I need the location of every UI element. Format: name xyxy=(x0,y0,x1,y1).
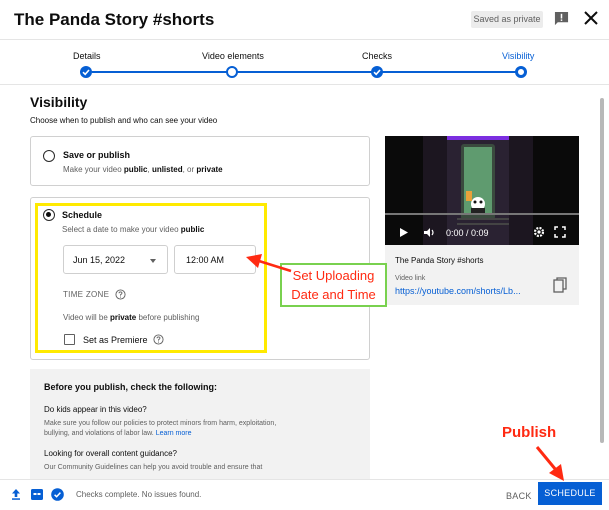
step-checks-label[interactable]: Checks xyxy=(362,51,392,61)
before-publish-panel: Before you publish, check the following:… xyxy=(30,369,370,484)
schedule-highlight-box xyxy=(35,203,267,353)
save-or-publish-card[interactable]: Save or publish Make your video public, … xyxy=(30,136,370,186)
dialog-title: The Panda Story #shorts xyxy=(14,10,215,29)
checks-complete-icon[interactable] xyxy=(51,488,64,501)
step-video-elements-dot[interactable] xyxy=(226,66,238,78)
step-visibility-dot[interactable] xyxy=(515,66,527,78)
hd-processing-icon[interactable] xyxy=(31,489,43,500)
dialog-header: The Panda Story #shorts Saved as private xyxy=(0,0,609,40)
close-icon[interactable] xyxy=(583,10,599,26)
step-checks-check-icon[interactable] xyxy=(371,66,383,78)
step-visibility-label[interactable]: Visibility xyxy=(502,51,534,61)
video-info-title: The Panda Story #shorts xyxy=(395,256,484,265)
stepper-track xyxy=(92,71,516,73)
visibility-subtitle: Choose when to publish and who can see y… xyxy=(30,116,218,125)
feedback-icon[interactable] xyxy=(554,11,569,26)
video-link-label: Video link xyxy=(395,275,426,282)
scrollbar[interactable] xyxy=(600,98,604,443)
annotation-line-2: Date and Time xyxy=(291,287,376,302)
play-icon[interactable] xyxy=(399,227,409,238)
fullscreen-icon[interactable] xyxy=(554,226,566,238)
step-details-check-icon[interactable] xyxy=(80,66,92,78)
visibility-heading: Visibility xyxy=(30,94,88,110)
before-publish-heading: Before you publish, check the following: xyxy=(44,382,218,392)
video-link-url[interactable]: https://youtube.com/shorts/Lb... xyxy=(395,286,521,296)
copy-icon[interactable] xyxy=(553,277,567,293)
step-details-label[interactable]: Details xyxy=(73,51,101,61)
arrow-to-schedule-button xyxy=(535,446,564,481)
kids-policy-text-line1: Make sure you follow our policies to pro… xyxy=(44,420,277,427)
annotation-line-1: Set Uploading xyxy=(292,268,375,283)
community-guidelines-text: Our Community Guidelines can help you av… xyxy=(44,464,263,471)
settings-gear-icon[interactable] xyxy=(533,226,545,238)
video-time-display: 0:00 / 0:09 xyxy=(446,228,489,238)
video-info-panel: The Panda Story #shorts Video link https… xyxy=(385,245,579,305)
saved-status-badge: Saved as private xyxy=(471,11,543,28)
checks-status-text: Checks complete. No issues found. xyxy=(76,490,202,499)
kids-policy-text-line2: bullying, and violations of labor law. L… xyxy=(44,430,192,437)
save-or-publish-radio[interactable] xyxy=(43,150,55,162)
schedule-button[interactable]: SCHEDULE xyxy=(538,482,602,505)
volume-icon[interactable] xyxy=(423,227,436,238)
annotation-callout-box: Set Uploading Date and Time xyxy=(280,263,387,307)
kids-question: Do kids appear in this video? xyxy=(44,405,147,414)
publish-annotation-label: Publish xyxy=(502,424,557,441)
learn-more-link[interactable]: Learn more xyxy=(156,430,192,437)
step-video-elements-label[interactable]: Video elements xyxy=(202,51,264,61)
video-preview-player[interactable]: 0:00 / 0:09 xyxy=(385,136,579,245)
save-or-publish-title: Save or publish xyxy=(63,150,131,160)
save-or-publish-desc: Make your video public, unlisted, or pri… xyxy=(63,165,223,174)
upload-stepper: Details Video elements Checks Visibility xyxy=(0,41,609,85)
content-guidance-question: Looking for overall content guidance? xyxy=(44,449,177,458)
back-button[interactable]: BACK xyxy=(500,487,538,505)
dialog-footer: Checks complete. No issues found. BACK xyxy=(0,479,609,510)
upload-icon[interactable] xyxy=(11,489,21,500)
